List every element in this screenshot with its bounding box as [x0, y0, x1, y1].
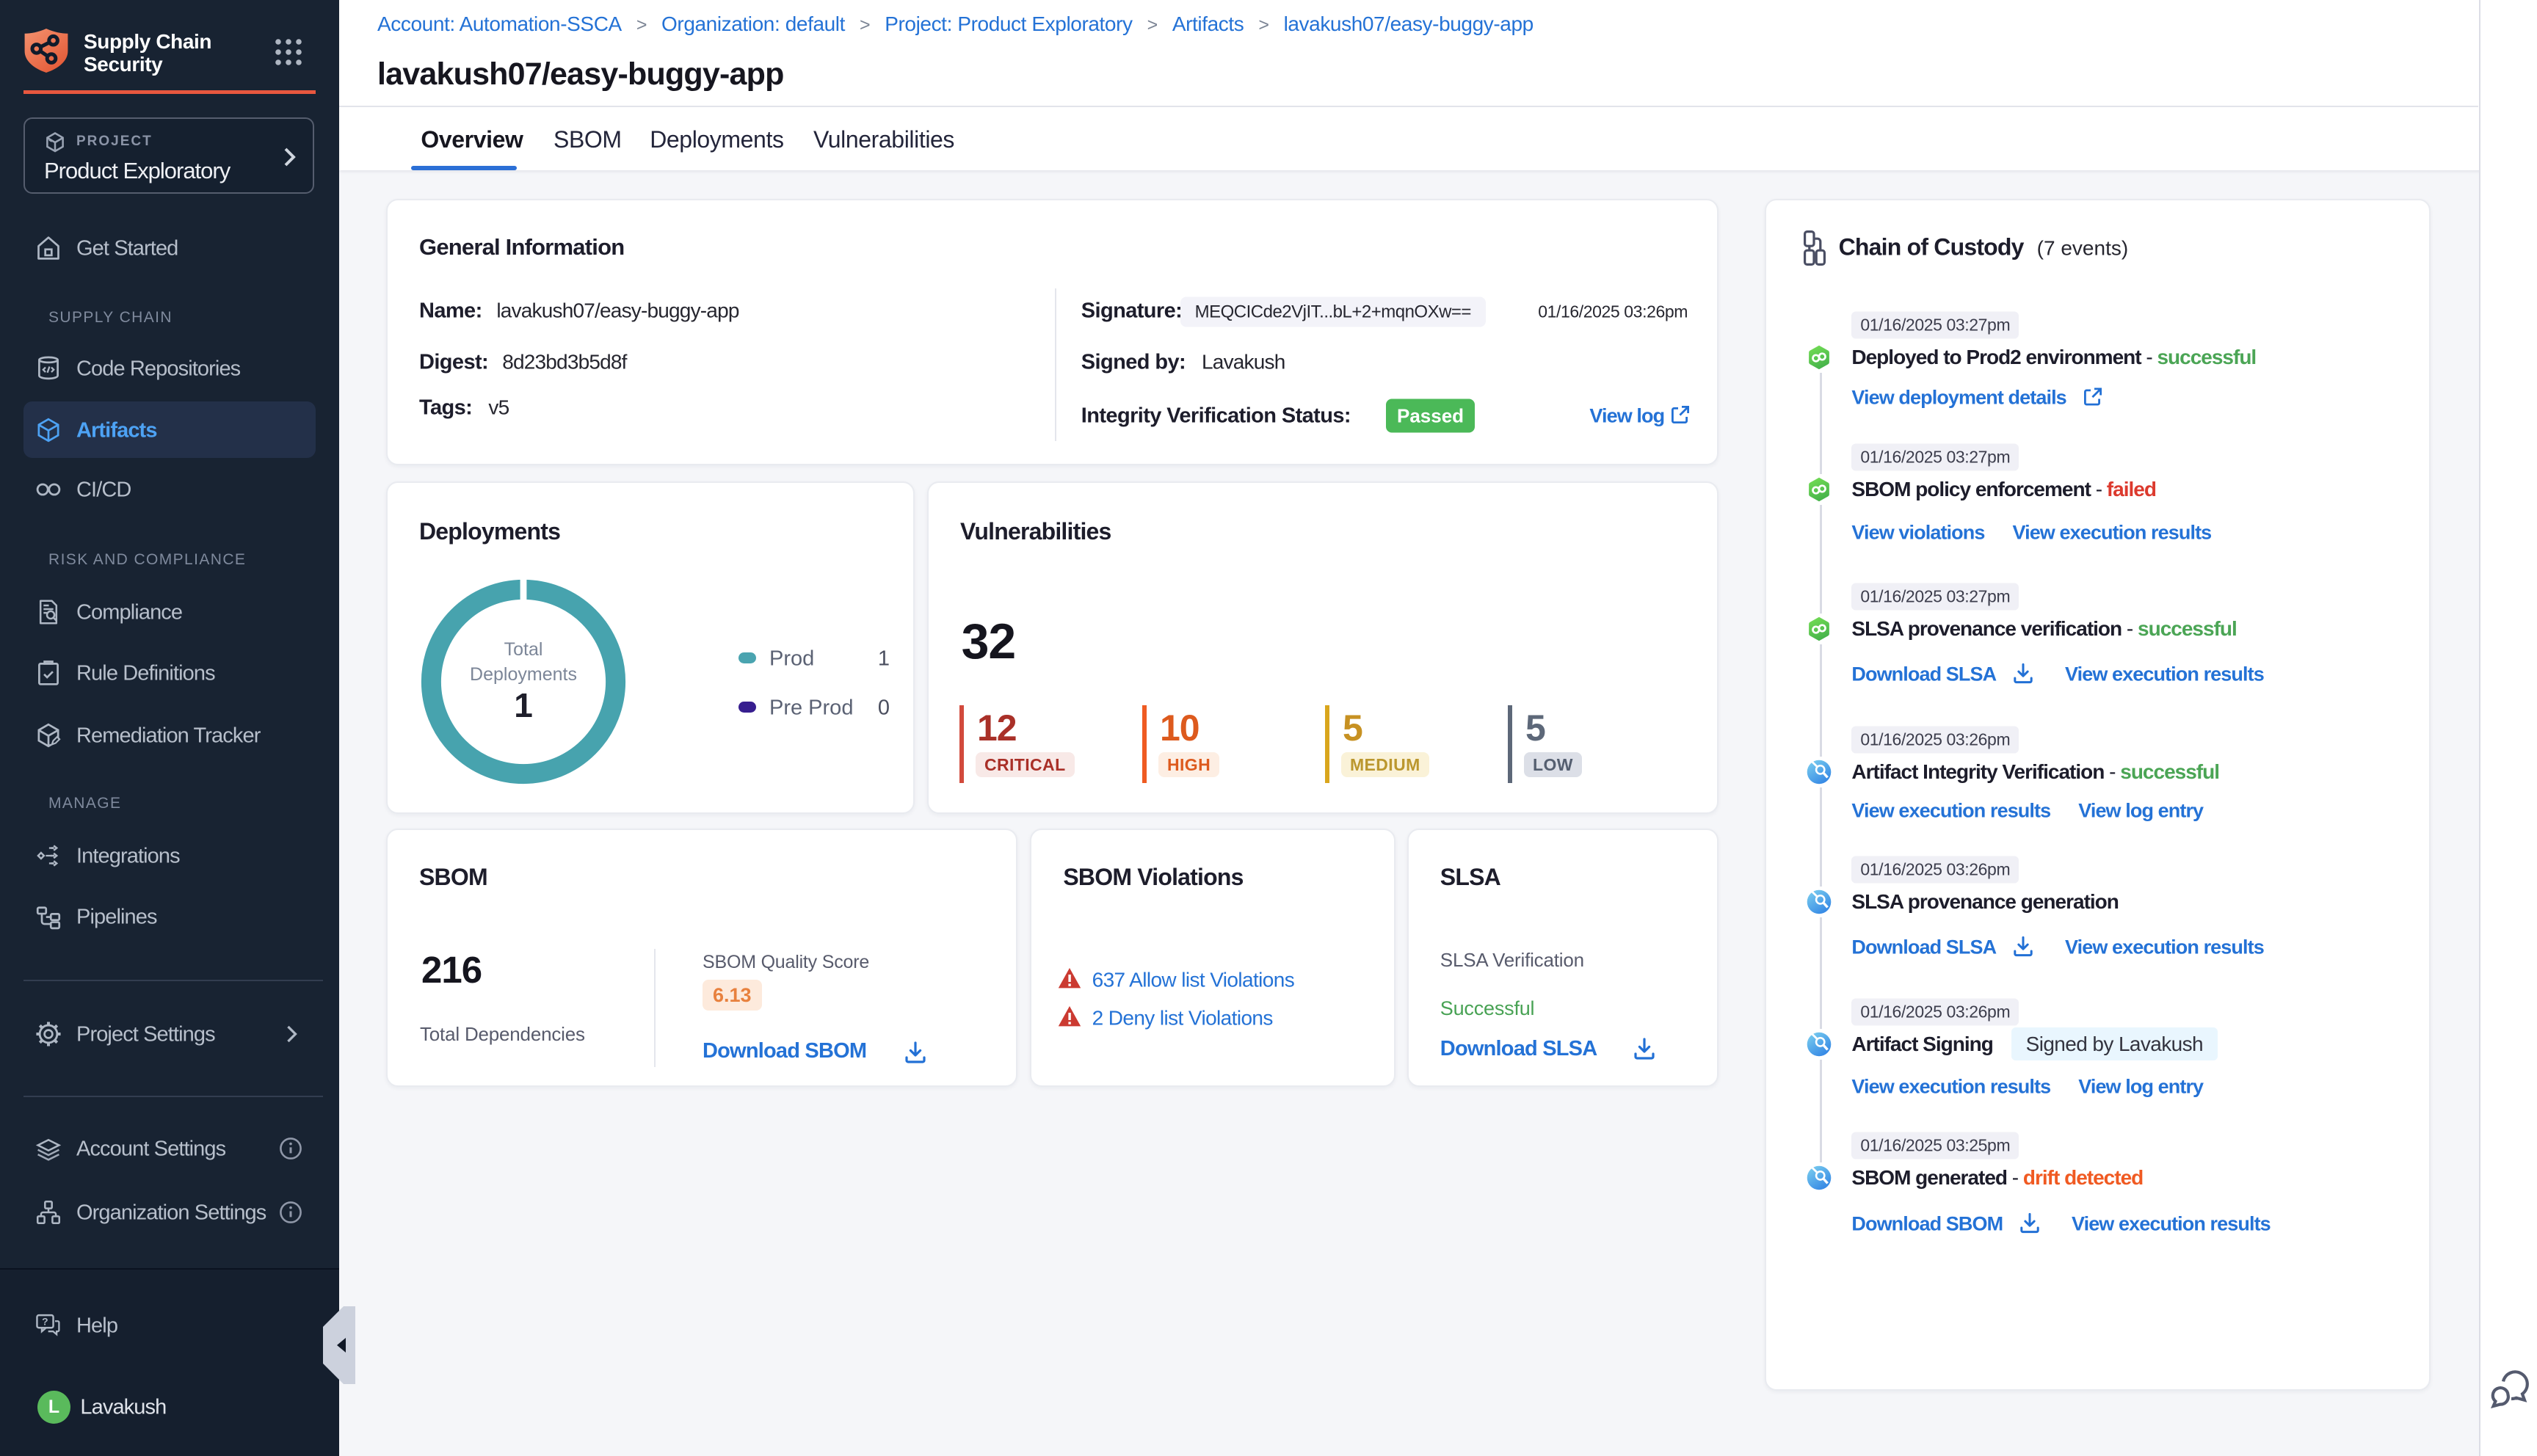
svg-text:?: ?	[42, 1316, 48, 1328]
